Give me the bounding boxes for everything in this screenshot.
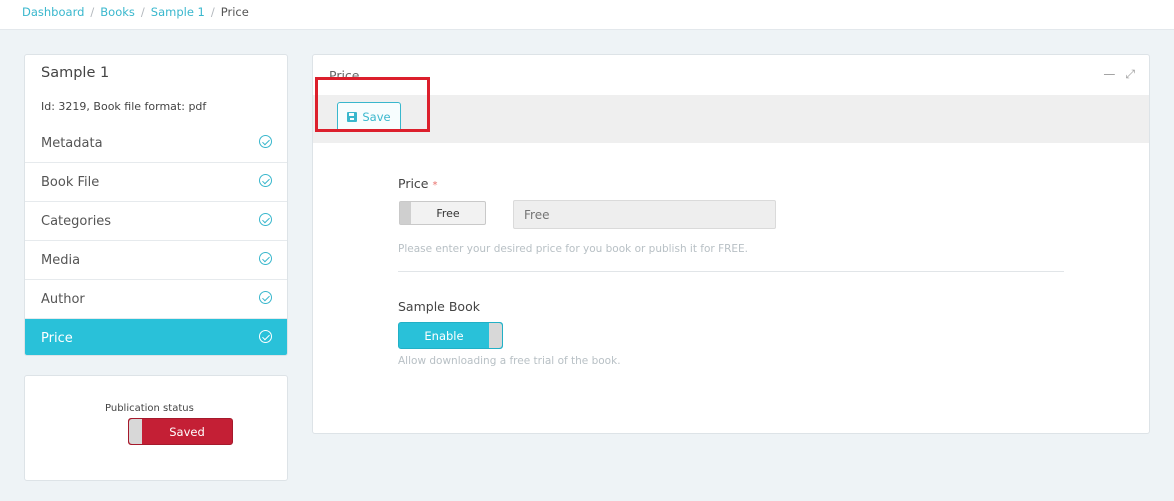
nav-item-categories[interactable]: Categories: [25, 202, 287, 241]
book-title: Sample 1: [41, 65, 110, 81]
breadcrumb-separator: /: [140, 5, 145, 19]
publication-status-toggle[interactable]: Saved: [128, 418, 233, 445]
save-button[interactable]: Save: [337, 102, 401, 132]
check-circle-icon: [259, 213, 272, 226]
free-toggle[interactable]: Free: [399, 201, 486, 225]
check-circle-icon: [259, 330, 272, 343]
minimize-icon[interactable]: —: [1103, 67, 1115, 82]
book-meta: Id: 3219, Book file format: pdf: [41, 100, 207, 113]
save-button-label: Save: [362, 110, 391, 124]
sample-book-toggle-label: Enable: [424, 329, 464, 343]
top-bar: Dashboard / Books / Sample 1 / Price: [0, 0, 1174, 30]
nav-item-metadata[interactable]: Metadata: [25, 124, 287, 163]
price-input[interactable]: [513, 200, 776, 229]
nav-item-author[interactable]: Author: [25, 280, 287, 319]
publication-status-label: Publication status: [105, 403, 194, 414]
book-nav-list: Metadata Book File Categories Media Auth…: [25, 124, 287, 355]
nav-item-label: Book File: [41, 174, 100, 190]
breadcrumb-separator: /: [90, 5, 95, 19]
check-circle-icon: [259, 174, 272, 187]
price-help-text: Please enter your desired price for you …: [398, 243, 749, 255]
nav-item-media[interactable]: Media: [25, 241, 287, 280]
publication-status-value: Saved: [169, 425, 205, 439]
panel-controls: — ⤢: [1103, 67, 1135, 82]
breadcrumb-sample-1[interactable]: Sample 1: [151, 5, 205, 19]
price-label-text: Price: [398, 176, 429, 191]
price-label: Price *: [398, 176, 437, 191]
nav-item-label: Metadata: [41, 135, 103, 151]
toggle-knob: [400, 202, 411, 224]
breadcrumb: Dashboard / Books / Sample 1 / Price: [22, 5, 249, 19]
nav-item-price[interactable]: Price: [25, 319, 287, 355]
required-marker: *: [432, 180, 438, 191]
sample-book-toggle[interactable]: Enable: [398, 322, 503, 349]
sample-book-label: Sample Book: [398, 299, 480, 314]
sample-book-help-text: Allow downloading a free trial of the bo…: [398, 355, 621, 367]
expand-icon[interactable]: ⤢: [1125, 67, 1135, 82]
breadcrumb-dashboard[interactable]: Dashboard: [22, 5, 84, 19]
publication-status-card: Publication status Saved: [24, 375, 288, 481]
nav-item-label: Price: [41, 331, 73, 346]
section-divider: [398, 271, 1064, 272]
check-circle-icon: [259, 135, 272, 148]
nav-item-label: Media: [41, 252, 81, 268]
floppy-disk-icon: [347, 112, 358, 122]
toggle-knob: [489, 323, 502, 348]
breadcrumb-current: Price: [220, 5, 249, 19]
breadcrumb-books[interactable]: Books: [100, 5, 135, 19]
breadcrumb-separator: /: [210, 5, 215, 19]
free-toggle-label: Free: [436, 207, 460, 220]
panel-toolbar: Save: [313, 77, 1149, 143]
toggle-knob: [129, 419, 142, 444]
check-circle-icon: [259, 291, 272, 304]
nav-item-book-file[interactable]: Book File: [25, 163, 287, 202]
nav-item-label: Author: [41, 291, 85, 307]
price-panel: Price — ⤢ Save Price * Free Please enter…: [312, 54, 1150, 434]
book-nav-card: Sample 1 Id: 3219, Book file format: pdf…: [24, 54, 288, 356]
nav-item-label: Categories: [41, 213, 112, 229]
panel-title: Price: [329, 68, 360, 83]
check-circle-icon: [259, 252, 272, 265]
